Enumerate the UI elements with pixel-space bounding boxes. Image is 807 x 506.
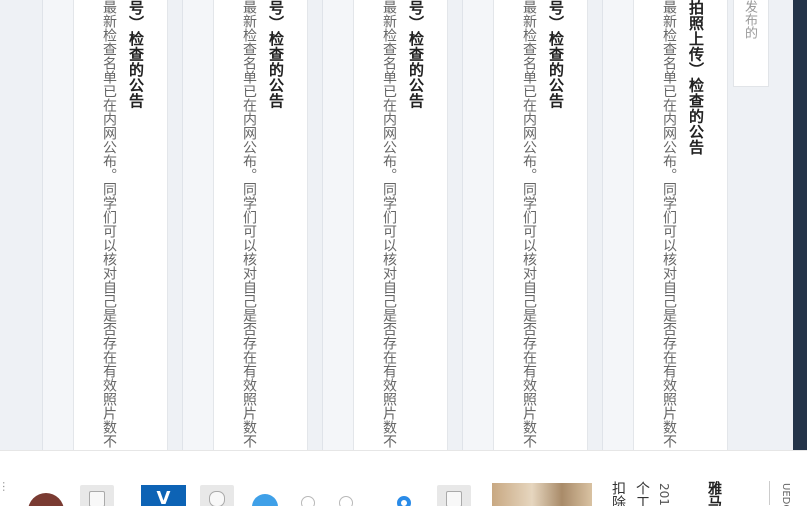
divider	[769, 481, 770, 505]
item-title[interactable]: 雅马	[704, 481, 724, 506]
notice-board: 号）检查的公告 最新检查名单已在内网公布。同学们可以核对自己是否存在有效照片数不…	[0, 0, 807, 450]
avatar[interactable]	[28, 493, 64, 506]
notice-card[interactable]: 号）检查的公告 最新检查名单已在内网公布。同学们可以核对自己是否存在有效照片数不	[353, 0, 448, 450]
notice-title[interactable]: 号）检查的公告	[406, 0, 426, 109]
side-info-text: 发布的	[742, 0, 757, 39]
app-badge-label: V	[156, 488, 171, 506]
app-icon-chart[interactable]	[437, 485, 471, 506]
item-text-2: 扣除	[610, 481, 626, 506]
notice-body: 最新检查名单已在内网公布。同学们可以核对自己是否存在有效照片数不	[521, 0, 537, 448]
notice-body: 最新检查名单已在内网公布。同学们可以核对自己是否存在有效照片数不	[661, 0, 677, 448]
app-icon-attachment[interactable]	[200, 485, 234, 506]
notice-body: 最新检查名单已在内网公布。同学们可以核对自己是否存在有效照片数不	[241, 0, 257, 448]
app-badge-v[interactable]: V	[141, 485, 186, 506]
item-date: 201	[657, 483, 671, 506]
notice-body: 最新检查名单已在内网公布。同学们可以核对自己是否存在有效照片数不	[381, 0, 397, 448]
item-text-1: 个工	[634, 481, 650, 506]
notice-card[interactable]: 号）检查的公告 最新检查名单已在内网公布。同学们可以核对自己是否存在有效照片数不	[493, 0, 588, 450]
app-icon-stack[interactable]	[80, 485, 114, 506]
notice-card[interactable]: 拍照上传）检查的公告 最新检查名单已在内网公布。同学们可以核对自己是否存在有效照…	[633, 0, 728, 450]
notice-title[interactable]: 号）检查的公告	[126, 0, 146, 109]
taskbar-left-text: …	[0, 481, 13, 492]
notice-title[interactable]: 号）检查的公告	[546, 0, 566, 109]
notice-body: 最新检查名单已在内网公布。同学们可以核对自己是否存在有效照片数不	[101, 0, 117, 448]
notice-title[interactable]: 拍照上传）检查的公告	[686, 0, 706, 155]
side-info-card[interactable]: 发布的	[733, 0, 769, 87]
notice-card[interactable]: 号）检查的公告 最新检查名单已在内网公布。同学们可以核对自己是否存在有效照片数不	[213, 0, 308, 450]
status-dot-active[interactable]	[252, 494, 278, 506]
notice-title[interactable]: 号）检查的公告	[266, 0, 286, 109]
bar-chart-icon	[446, 491, 462, 506]
notice-card[interactable]: 号）检查的公告 最新检查名单已在内网公布。同学们可以核对自己是否存在有效照片数不	[73, 0, 168, 450]
dark-sidebar	[793, 0, 807, 450]
paperclip-icon	[209, 491, 225, 506]
taskbar: … V 扣除 个工 201 雅马 UEDC	[0, 450, 807, 506]
copy-icon	[89, 491, 105, 506]
thumbnail-image[interactable]	[492, 483, 592, 506]
edge-text: UEDC	[780, 483, 791, 506]
